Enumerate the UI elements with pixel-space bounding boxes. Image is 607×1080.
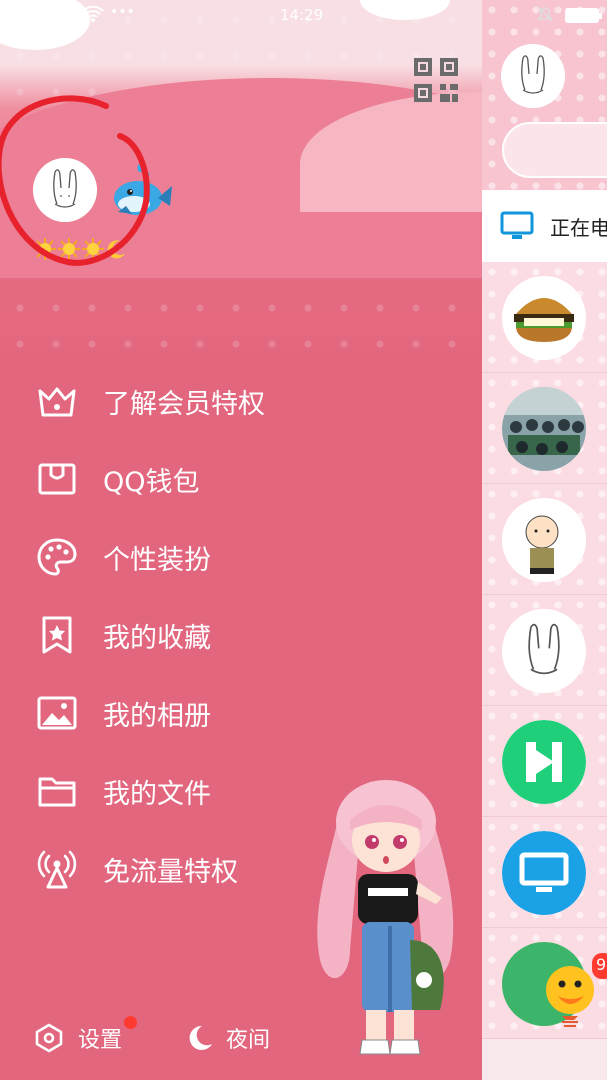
menu-item-label: QQ钱包: [103, 466, 200, 498]
play-n-logo-icon: [502, 720, 586, 804]
device-status-text: 正在电: [550, 215, 607, 240]
menu-item-label: 我的相册: [103, 700, 211, 732]
carrier-label: 中国联通: [6, 8, 65, 26]
qr-code-icon[interactable]: [414, 58, 458, 102]
main-panel-peek[interactable]: 正在电: [482, 0, 607, 1080]
group-photo-icon: [502, 387, 586, 471]
conversation-list: [482, 262, 607, 1039]
drawer-bottom-bar: 设置 夜间: [0, 1012, 482, 1072]
antenna-icon: [37, 849, 77, 889]
battery-icon: [565, 8, 602, 23]
photo-icon: [37, 693, 77, 733]
my-device-avatar: [502, 831, 586, 915]
menu-item-label: 我的收藏: [103, 622, 211, 654]
list-item[interactable]: [482, 706, 607, 817]
night-mode-label: 夜间: [226, 1028, 271, 1053]
settings-button[interactable]: 设置: [34, 1022, 122, 1054]
notification-dot: [124, 1016, 137, 1029]
status-bar: 中国联通 ••• 14:29: [0, 0, 607, 32]
profile-avatar[interactable]: [33, 158, 97, 222]
menu-item-vip[interactable]: 了解会员特权: [0, 362, 482, 440]
burger-avatar: [502, 276, 586, 360]
mute-bell-icon: [535, 4, 555, 28]
search-bar[interactable]: [502, 122, 607, 178]
list-item[interactable]: [482, 262, 607, 373]
wifi-icon: [82, 5, 104, 27]
menu-item-wallet[interactable]: QQ钱包: [0, 440, 482, 518]
monitor-icon: [500, 211, 534, 239]
menu-item-favorites[interactable]: 我的收藏: [0, 596, 482, 674]
header-avatar[interactable]: [501, 44, 565, 108]
baby-cartoon-avatar: [502, 498, 586, 582]
list-item[interactable]: [482, 595, 607, 706]
list-item[interactable]: [482, 373, 607, 484]
list-item[interactable]: [482, 817, 607, 928]
bunny-avatar-icon: [501, 44, 565, 108]
duck-decoration-icon[interactable]: [536, 960, 606, 1030]
device-status-row[interactable]: 正在电: [482, 190, 607, 262]
sun-icon: [58, 238, 80, 260]
bunny-avatar-icon: [33, 158, 97, 222]
crown-icon: [37, 381, 77, 421]
menu-item-label: 了解会员特权: [103, 388, 265, 420]
menu-item-theme[interactable]: 个性装扮: [0, 518, 482, 596]
more-dots-icon: •••: [110, 4, 135, 20]
night-mode-button[interactable]: 夜间: [186, 1022, 270, 1054]
folder-icon: [37, 771, 77, 811]
moon-icon: [107, 240, 125, 259]
menu-item-label: 个性装扮: [103, 544, 211, 576]
list-item[interactable]: [482, 484, 607, 595]
green-app-avatar: [502, 720, 586, 804]
burger-icon: [502, 276, 586, 360]
level-badges[interactable]: [34, 238, 128, 260]
sun-icon: [82, 238, 104, 260]
settings-hexagon-icon: [35, 1023, 63, 1053]
side-drawer: 了解会员特权 QQ钱包 个性装扮 我的收藏 我的相册 我的文件 免流量特权 设置…: [0, 0, 482, 1080]
group-photo-avatar: [502, 387, 586, 471]
menu-item-label: 我的文件: [103, 778, 211, 810]
settings-label: 设置: [78, 1028, 123, 1053]
bunny-avatar: [502, 609, 586, 693]
clock: 14:29: [280, 6, 324, 24]
palette-icon: [37, 537, 77, 577]
bunny-avatar-icon: [502, 609, 586, 693]
moon-icon: [189, 1025, 212, 1050]
baby-cartoon-icon: [502, 498, 586, 582]
menu-item-label: 免流量特权: [103, 856, 238, 888]
wallet-icon: [37, 459, 77, 499]
monitor-icon: [502, 831, 586, 915]
menu-item-album[interactable]: 我的相册: [0, 674, 482, 752]
whale-icon[interactable]: [108, 160, 174, 220]
sun-icon: [34, 238, 56, 260]
bookmark-star-icon: [37, 615, 77, 655]
